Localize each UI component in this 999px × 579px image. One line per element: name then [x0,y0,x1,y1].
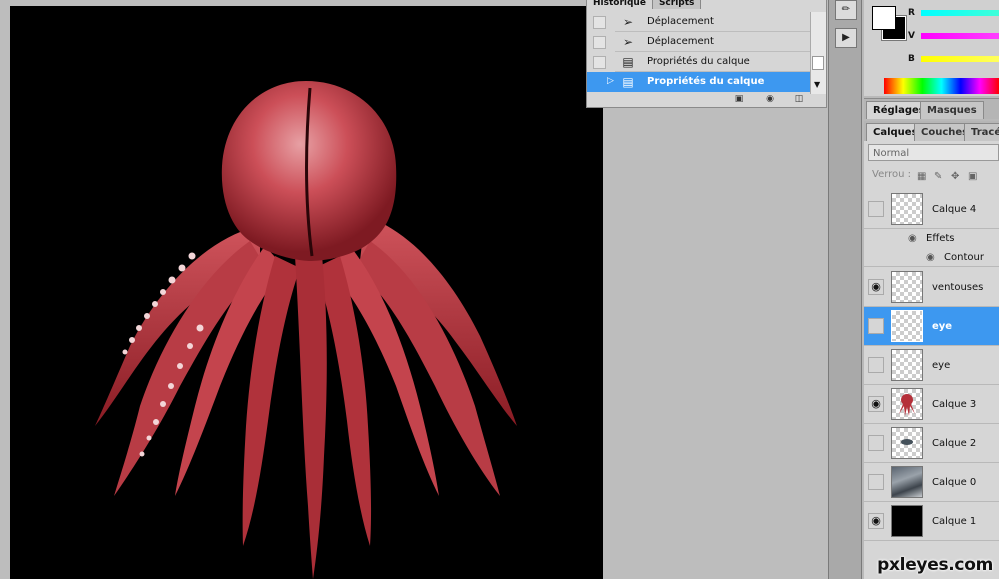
watermark: pxleyes.com [877,555,993,575]
green-slider[interactable] [921,33,999,39]
layer-properties-icon: ▤ [622,75,634,89]
collapsed-panel-strip: ✏ ▶ [828,0,862,579]
tab-traces[interactable]: Tracés [964,123,999,141]
lock-position-icon[interactable]: ✥ [951,171,959,182]
visibility-toggle[interactable] [868,201,884,217]
blue-slider[interactable] [921,56,999,62]
layer-thumbnail [891,310,923,342]
eye-icon[interactable]: ◉ [926,248,935,267]
eye-icon[interactable]: ◉ [868,279,884,295]
lock-label: Verrou : [872,169,912,180]
adjustments-tabs: Réglages Masques [864,98,999,119]
layer-name: Calque 2 [932,438,977,449]
lock-transparency-icon[interactable]: ▦ [917,171,926,182]
scroll-thumb[interactable] [812,56,824,70]
layer-name: Calque 1 [932,516,977,527]
red-slider[interactable] [921,10,999,16]
layer-row[interactable]: Calque 4 [864,190,999,229]
brush-presets-icon[interactable]: ✏ [835,0,857,20]
history-item-selected[interactable]: ▤ Propriétés du calque [587,72,811,92]
layer-name: ventouses [932,282,984,293]
layers-tabs: Calques Couches Tracés [864,121,999,141]
layer-row[interactable]: Calque 0 [864,463,999,502]
layer-name: Calque 0 [932,477,977,488]
tab-historique[interactable]: Historique [587,0,653,9]
eye-icon[interactable]: ◉ [868,513,884,529]
history-snapshot-checkbox[interactable] [593,16,606,29]
new-document-icon[interactable]: ▣ [733,94,745,104]
tab-masques[interactable]: Masques [920,101,984,119]
layer-effect-row[interactable]: ◉ Contour [864,248,999,267]
history-item[interactable]: ➢ Déplacement [587,32,811,52]
eye-icon[interactable]: ◉ [908,229,917,248]
layer-row-selected[interactable]: eye [864,307,999,346]
document-canvas[interactable] [10,6,603,579]
layer-row[interactable]: ◉ Calque 1 [864,502,999,541]
history-item-label: Déplacement [647,16,714,27]
layer-thumbnail [891,349,923,381]
layer-row[interactable]: Calque 2 [864,424,999,463]
history-item[interactable]: ▤ Propriétés du calque [587,52,811,72]
play-action-icon[interactable]: ▶ [835,28,857,48]
layer-row[interactable]: eye [864,346,999,385]
octopus-artwork [95,81,517,579]
channel-label-v: V [908,31,915,41]
layer-name: Calque 4 [932,204,977,215]
visibility-toggle[interactable] [868,435,884,451]
layer-row[interactable]: ◉ ventouses [864,268,999,307]
layers-panel: Normal Verrou : ▦ ✎ ✥ ▣ Calque 4 ◉ Effet… [864,141,999,579]
lock-all-icon[interactable]: ▣ [968,171,977,182]
history-state-arrow-icon: ▷ [607,76,614,86]
effect-name: Contour [944,252,984,263]
layer-thumbnail-black [891,505,923,537]
effects-label: Effets [926,233,955,244]
eye-icon[interactable]: ◉ [868,396,884,412]
foreground-color-swatch[interactable] [872,6,896,30]
camera-snapshot-icon[interactable]: ◉ [764,94,776,104]
history-item[interactable]: ➢ Déplacement [587,12,811,32]
layer-thumbnail [891,193,923,225]
layer-name: eye [932,321,953,332]
trash-icon[interactable]: ◫ [793,94,805,104]
scroll-down-arrow-icon[interactable]: ▼ [814,80,820,89]
history-panel: Historique Scripts ➢ Déplacement ➢ Dépla… [586,0,827,108]
move-tool-icon: ➢ [622,15,634,29]
layer-thumbnail-object [891,427,923,459]
layer-properties-icon: ▤ [622,55,634,69]
color-spectrum-bar[interactable] [884,78,999,94]
history-item-label: Déplacement [647,36,714,47]
channel-label-r: R [908,8,915,18]
visibility-toggle[interactable] [868,474,884,490]
layer-thumbnail-photo [891,466,923,498]
layer-thumbnail-octopus [891,388,923,420]
tab-scripts[interactable]: Scripts [652,0,702,9]
history-item-label: Propriétés du calque [647,56,750,67]
layer-effects-row[interactable]: ◉ Effets [864,229,999,248]
visibility-toggle[interactable] [868,318,884,334]
history-snapshot-checkbox[interactable] [593,36,606,49]
history-snapshot-checkbox[interactable] [593,76,606,89]
lock-image-icon[interactable]: ✎ [934,171,942,182]
layer-name: eye [932,360,951,371]
layer-name: Calque 3 [932,399,977,410]
layer-thumbnail [891,271,923,303]
history-snapshot-checkbox[interactable] [593,56,606,69]
channel-label-b: B [908,54,915,64]
history-scrollbar[interactable]: ▼ [810,12,826,94]
layer-row[interactable]: ◉ Calque 3 [864,385,999,424]
move-tool-icon: ➢ [622,35,634,49]
visibility-toggle[interactable] [868,357,884,373]
blend-mode-select[interactable]: Normal [868,144,999,161]
history-item-label: Propriétés du calque [647,76,765,87]
